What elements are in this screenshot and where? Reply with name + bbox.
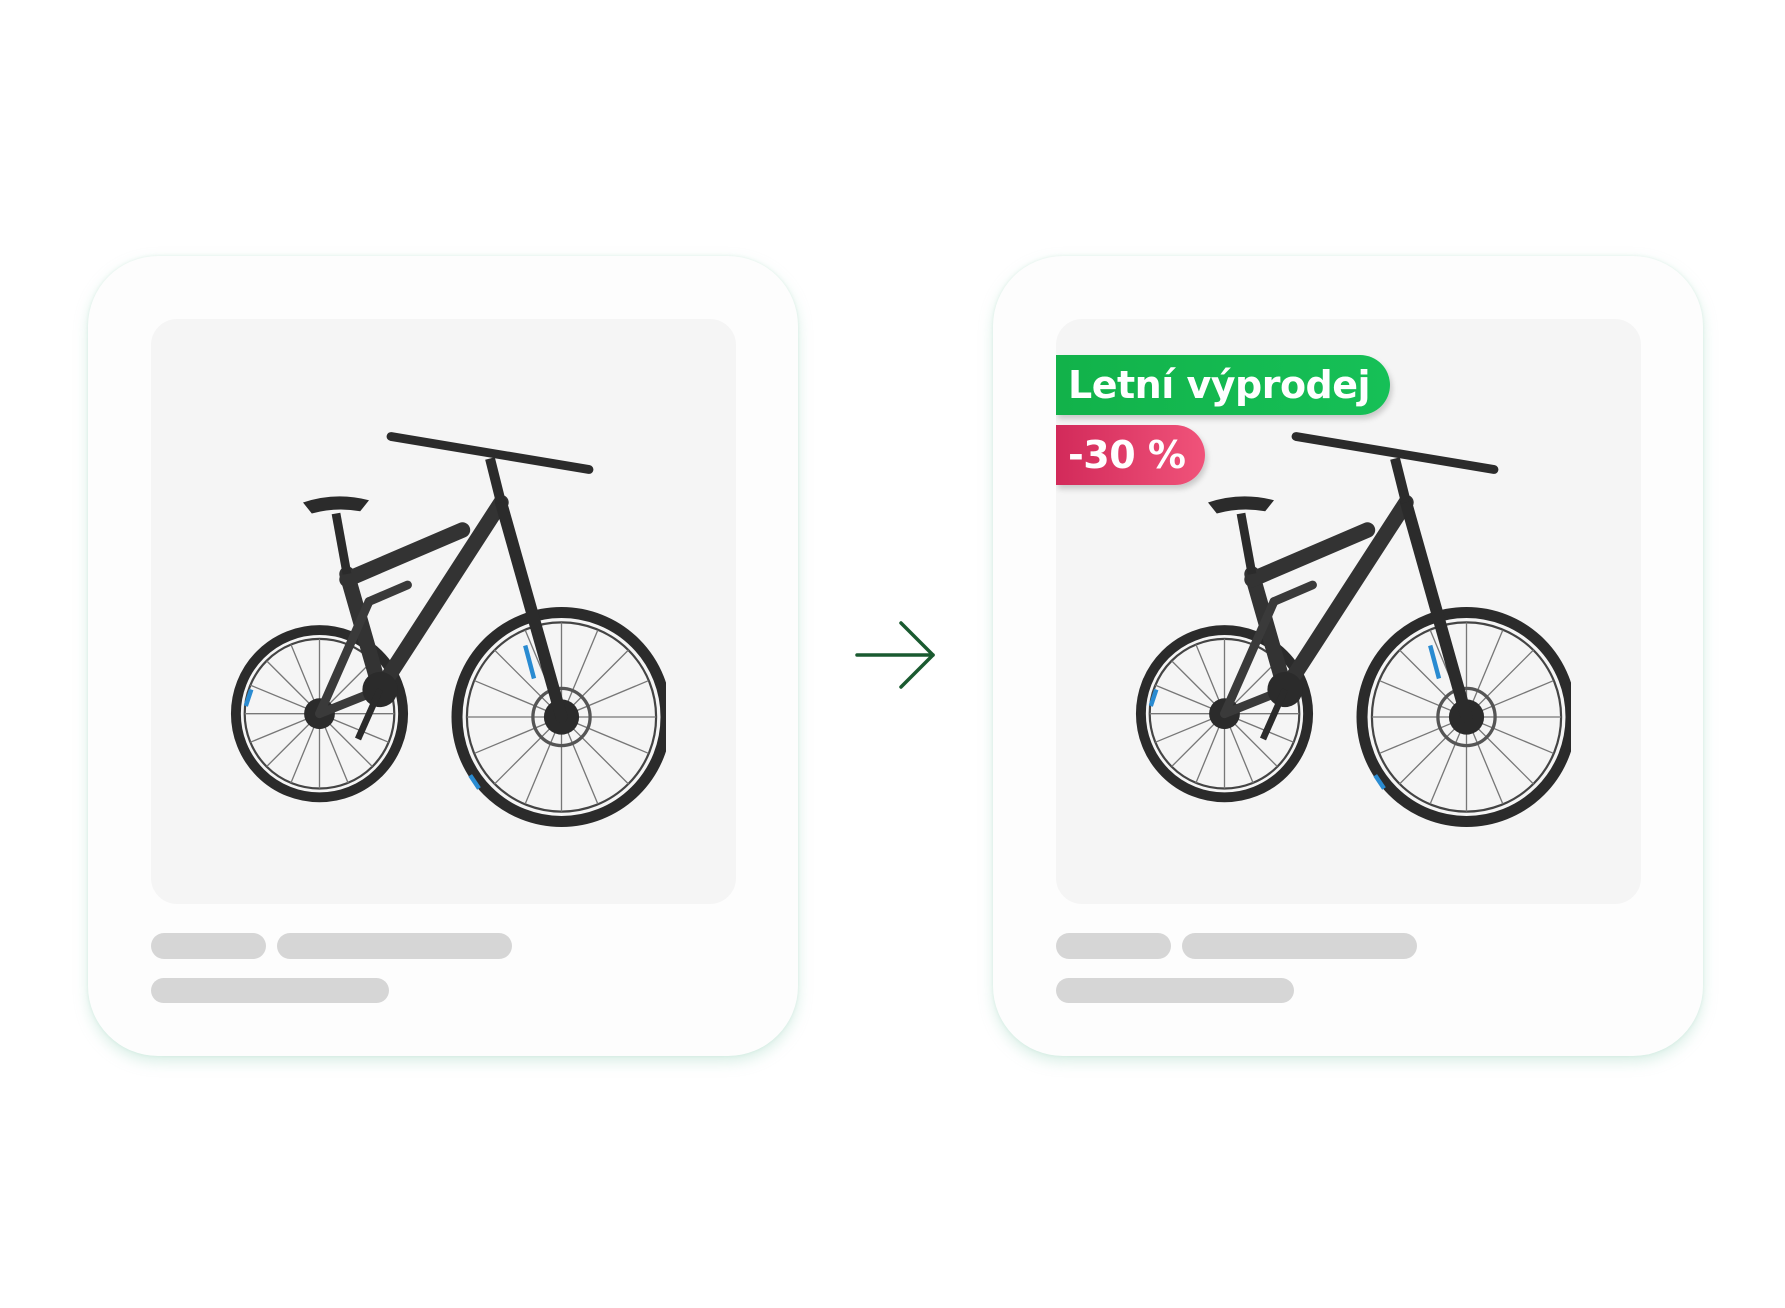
product-card-after: Letní výprodej -30 % — [993, 256, 1703, 1056]
product-card-before — [88, 256, 798, 1056]
discount-badge: -30 % — [1056, 425, 1206, 485]
bicycle-image — [1131, 424, 1571, 834]
text-placeholder — [151, 978, 389, 1003]
text-placeholder — [151, 933, 266, 959]
product-image-area: Letní výprodej -30 % — [1056, 319, 1641, 904]
arrow-right-icon — [855, 621, 935, 689]
sale-badge: Letní výprodej — [1056, 355, 1391, 415]
text-placeholder — [277, 933, 512, 959]
product-image-area — [151, 319, 736, 904]
bicycle-image — [226, 424, 666, 834]
text-placeholder — [1056, 933, 1171, 959]
text-placeholder — [1182, 933, 1417, 959]
text-placeholder — [1056, 978, 1294, 1003]
